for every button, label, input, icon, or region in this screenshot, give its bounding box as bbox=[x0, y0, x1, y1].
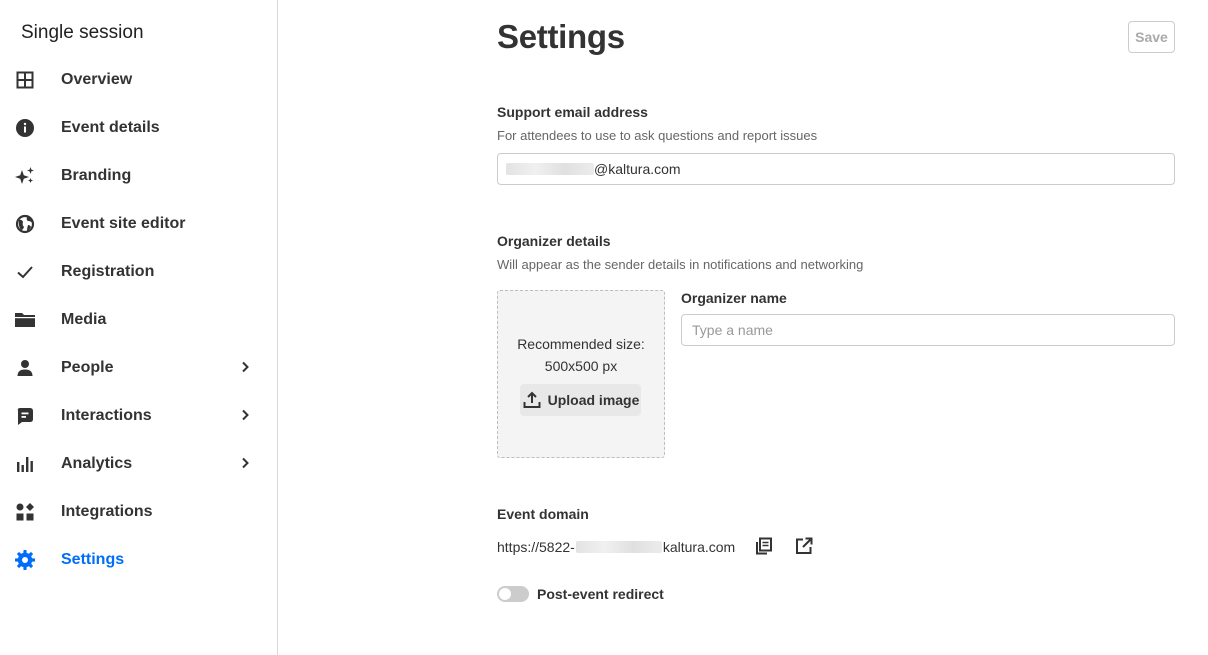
toggle-knob bbox=[499, 588, 511, 600]
redacted-text bbox=[575, 541, 662, 553]
chevron-right-icon bbox=[237, 407, 253, 423]
sidebar-item-people[interactable]: People bbox=[0, 344, 277, 392]
upload-image-label: Upload image bbox=[547, 392, 640, 408]
sidebar-item-label: Settings bbox=[61, 551, 125, 568]
organizer-name-input[interactable] bbox=[681, 314, 1175, 346]
sidebar-item-label: Integrations bbox=[61, 503, 153, 520]
sidebar-title: Single session bbox=[21, 22, 144, 43]
external-link-icon[interactable] bbox=[793, 535, 815, 557]
support-email-value: @kaltura.com bbox=[594, 161, 681, 177]
sidebar-item-registration[interactable]: Registration bbox=[0, 248, 277, 296]
post-event-redirect-label: Post-event redirect bbox=[537, 586, 664, 602]
sidebar-item-label: Event details bbox=[61, 119, 160, 136]
sidebar-item-event-details[interactable]: Event details bbox=[0, 104, 277, 152]
event-domain-label: Event domain bbox=[497, 506, 589, 522]
grid-icon bbox=[14, 69, 36, 91]
sidebar-item-settings[interactable]: Settings bbox=[0, 536, 277, 584]
sidebar-nav: Overview Event details Branding Event si… bbox=[0, 56, 277, 584]
sidebar-item-label: People bbox=[61, 359, 114, 376]
info-icon bbox=[14, 117, 36, 139]
sidebar-item-label: Event site editor bbox=[61, 215, 186, 232]
redacted-text bbox=[506, 163, 594, 175]
sidebar: Single session Overview Event details Br… bbox=[0, 0, 278, 655]
support-email-field[interactable]: @kaltura.com bbox=[497, 153, 1175, 185]
sidebar-item-branding[interactable]: Branding bbox=[0, 152, 277, 200]
sidebar-item-integrations[interactable]: Integrations bbox=[0, 488, 277, 536]
sidebar-item-interactions[interactable]: Interactions bbox=[0, 392, 277, 440]
sidebar-item-event-site-editor[interactable]: Event site editor bbox=[0, 200, 277, 248]
sidebar-item-label: Analytics bbox=[61, 455, 133, 472]
person-icon bbox=[14, 357, 36, 379]
folder-icon bbox=[14, 309, 36, 331]
sidebar-item-label: Overview bbox=[61, 71, 133, 88]
organizer-name-label: Organizer name bbox=[681, 290, 787, 306]
organizer-details-description: Will appear as the sender details in not… bbox=[497, 257, 864, 272]
event-domain-suffix: kaltura.com bbox=[662, 539, 736, 555]
organizer-details-label: Organizer details bbox=[497, 233, 611, 249]
image-upload-dropzone[interactable]: Recommended size: 500x500 px Upload imag… bbox=[497, 290, 665, 458]
sidebar-item-label: Branding bbox=[61, 167, 132, 184]
chevron-right-icon bbox=[237, 359, 253, 375]
support-email-label: Support email address bbox=[497, 104, 648, 120]
gear-icon bbox=[14, 549, 36, 571]
upload-image-button[interactable]: Upload image bbox=[520, 384, 641, 416]
copy-icon[interactable] bbox=[753, 535, 775, 557]
page-title: Settings bbox=[497, 18, 625, 55]
globe-icon bbox=[14, 213, 36, 235]
sidebar-item-label: Registration bbox=[61, 263, 155, 280]
sidebar-item-label: Interactions bbox=[61, 407, 152, 424]
shapes-icon bbox=[14, 501, 36, 523]
upload-recommendation: Recommended size: 500x500 px bbox=[517, 336, 645, 374]
sidebar-item-analytics[interactable]: Analytics bbox=[0, 440, 277, 488]
event-domain-url: https://5822- kaltura.com bbox=[497, 537, 735, 557]
event-domain-prefix: https://5822- bbox=[497, 539, 575, 555]
bar-chart-icon bbox=[14, 453, 36, 475]
support-email-description: For attendees to use to ask questions an… bbox=[497, 128, 818, 143]
save-button[interactable]: Save bbox=[1128, 21, 1175, 53]
sparkles-icon bbox=[14, 165, 36, 187]
check-icon bbox=[14, 261, 36, 283]
sidebar-item-label: Media bbox=[61, 311, 107, 328]
upload-icon bbox=[522, 390, 542, 410]
post-event-redirect-toggle[interactable] bbox=[497, 586, 529, 602]
sidebar-item-media[interactable]: Media bbox=[0, 296, 277, 344]
chat-icon bbox=[14, 405, 36, 427]
chevron-right-icon bbox=[237, 455, 253, 471]
sidebar-item-overview[interactable]: Overview bbox=[0, 56, 277, 104]
